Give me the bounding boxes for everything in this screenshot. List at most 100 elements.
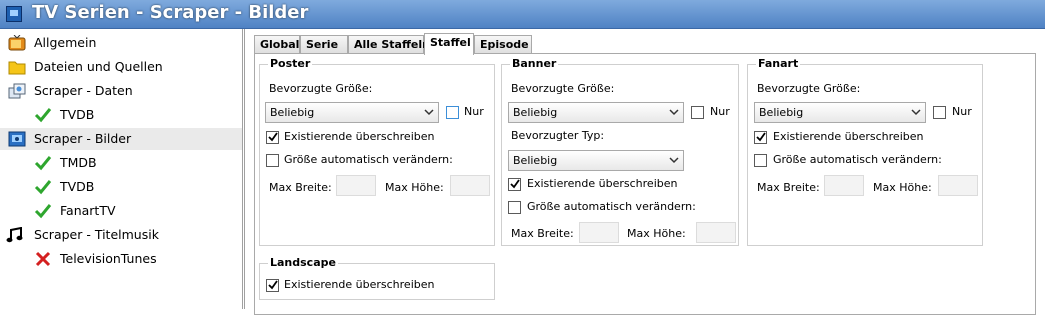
banner-max-width-label: Max Breite: <box>511 227 574 240</box>
tab-staffel[interactable]: Staffel <box>424 33 474 55</box>
fanart-group-title: Fanart <box>756 57 801 70</box>
tree-item-fanarttv[interactable]: FanartTV <box>0 200 242 222</box>
landscape-group: Landscape Existierende überschreiben <box>259 256 495 300</box>
fanart-overwrite-checkbox[interactable] <box>754 131 767 144</box>
fanart-max-width-input[interactable] <box>824 175 864 196</box>
banner-overwrite-checkbox[interactable] <box>508 178 521 191</box>
fanart-nur-checkbox[interactable] <box>933 106 946 119</box>
landscape-overwrite-checkbox[interactable] <box>266 279 279 292</box>
folder-icon <box>8 61 26 75</box>
tab-serie[interactable]: Serie <box>300 35 348 54</box>
checkmark-icon <box>34 108 52 123</box>
poster-size-select[interactable]: Beliebig <box>265 102 439 123</box>
fanart-max-width-label: Max Breite: <box>757 181 820 194</box>
poster-size-label: Bevorzugte Größe: <box>269 82 373 95</box>
checkmark-icon <box>34 204 52 219</box>
banner-size-select[interactable]: Beliebig <box>508 102 684 123</box>
banner-max-width-input[interactable] <box>579 222 619 243</box>
tree-item-label: FanartTV <box>60 203 116 218</box>
cross-icon <box>35 251 51 267</box>
check-mark-icon <box>510 179 520 189</box>
banner-nur-label: Nur <box>710 105 730 118</box>
chevron-down-icon <box>911 109 921 116</box>
tree-item-label: Scraper - Titelmusik <box>34 227 159 242</box>
tree-item-scraper-titelmusik[interactable]: Scraper - Titelmusik <box>0 224 242 246</box>
chevron-down-icon <box>424 109 434 116</box>
tab-global[interactable]: Global <box>254 35 300 54</box>
fanart-size-label: Bevorzugte Größe: <box>757 82 861 95</box>
tree-item-label: TelevisionTunes <box>60 251 157 266</box>
chevron-down-icon <box>669 157 679 164</box>
check-mark-icon <box>268 132 278 142</box>
banner-group: Banner Bevorzugte Größe: Beliebig Nur Be… <box>501 57 739 246</box>
fanart-resize-label: Größe automatisch verändern: <box>773 153 942 166</box>
tab-episode[interactable]: Episode <box>474 35 532 54</box>
poster-group-title: Poster <box>268 57 313 70</box>
poster-max-height-label: Max Höhe: <box>385 181 444 194</box>
splitter[interactable] <box>242 29 243 309</box>
banner-type-value: Beliebig <box>513 154 558 167</box>
tree-item-label: Dateien und Quellen <box>34 59 163 74</box>
poster-nur-checkbox[interactable] <box>446 106 459 119</box>
poster-overwrite-checkbox[interactable] <box>266 131 279 144</box>
tree-item-label: Scraper - Daten <box>34 83 133 98</box>
tree-item-label: TVDB <box>60 107 95 122</box>
window-title: TV Serien - Scraper - Bilder <box>32 2 309 23</box>
music-note-icon <box>6 227 23 243</box>
banner-type-label: Bevorzugter Typ: <box>511 129 605 142</box>
tree-item-dateien-und-quellen[interactable]: Dateien und Quellen <box>0 56 242 78</box>
fanart-nur-label: Nur <box>952 105 972 118</box>
check-mark-icon <box>756 132 766 142</box>
banner-resize-checkbox[interactable] <box>508 201 521 214</box>
poster-resize-label: Größe automatisch verändern: <box>284 153 453 166</box>
poster-overwrite-label: Existierende überschreiben <box>284 130 435 143</box>
banner-type-select[interactable]: Beliebig <box>508 150 684 171</box>
tree-item-label: Allgemein <box>34 35 97 50</box>
tv-icon <box>8 35 26 51</box>
banner-nur-checkbox[interactable] <box>691 106 704 119</box>
tab-alle-staffeln[interactable]: Alle Staffeln <box>348 35 430 54</box>
title-bar: TV Serien - Scraper - Bilder <box>0 0 1045 29</box>
check-mark-icon <box>268 280 278 290</box>
tree-item-televisiontunes[interactable]: TelevisionTunes <box>0 248 242 270</box>
fanart-resize-checkbox[interactable] <box>754 154 767 167</box>
banner-max-height-label: Max Höhe: <box>627 227 686 240</box>
tree-item-scraper-daten[interactable]: Scraper - Daten <box>0 80 242 102</box>
poster-size-value: Beliebig <box>270 106 315 119</box>
poster-group: Poster Bevorzugte Größe: Beliebig Nur Ex… <box>259 57 495 246</box>
tree-item-tvdb-daten[interactable]: TVDB <box>0 104 242 126</box>
banner-size-label: Bevorzugte Größe: <box>511 82 615 95</box>
image-scraper-icon <box>8 131 26 147</box>
fanart-max-height-label: Max Höhe: <box>873 181 932 194</box>
app-icon <box>6 6 22 22</box>
splitter-edge <box>244 29 245 309</box>
tree-item-allgemein[interactable]: Allgemein <box>0 32 242 54</box>
tree-item-label: TMDB <box>60 155 97 170</box>
tree-item-tvdb-bilder[interactable]: TVDB <box>0 176 242 198</box>
checkmark-icon <box>34 180 52 195</box>
fanart-size-select[interactable]: Beliebig <box>754 102 926 123</box>
settings-content: Global Serie Alle Staffeln Staffel Episo… <box>246 29 1045 315</box>
poster-nur-label: Nur <box>464 105 484 118</box>
tree-item-label: TVDB <box>60 179 95 194</box>
fanart-size-value: Beliebig <box>759 106 804 119</box>
poster-resize-checkbox[interactable] <box>266 154 279 167</box>
fanart-overwrite-label: Existierende überschreiben <box>773 130 924 143</box>
landscape-group-title: Landscape <box>268 256 338 269</box>
checkmark-icon <box>34 156 52 171</box>
tree-item-scraper-bilder[interactable]: Scraper - Bilder <box>0 128 242 150</box>
banner-max-height-input[interactable] <box>696 222 736 243</box>
tree-item-tmdb[interactable]: TMDB <box>0 152 242 174</box>
poster-max-width-input[interactable] <box>336 175 376 196</box>
data-scraper-icon <box>8 83 26 99</box>
tree-item-label: Scraper - Bilder <box>34 131 132 146</box>
poster-max-height-input[interactable] <box>450 175 490 196</box>
poster-max-width-label: Max Breite: <box>269 181 332 194</box>
banner-group-title: Banner <box>510 57 559 70</box>
tab-panel-staffel: Poster Bevorzugte Größe: Beliebig Nur Ex… <box>254 53 1036 315</box>
fanart-max-height-input[interactable] <box>938 175 978 196</box>
banner-resize-label: Größe automatisch verändern: <box>527 200 696 213</box>
settings-tree: Allgemein Dateien und Quellen Scraper - … <box>0 29 242 309</box>
banner-overwrite-label: Existierende überschreiben <box>527 177 678 190</box>
landscape-overwrite-label: Existierende überschreiben <box>284 278 435 291</box>
